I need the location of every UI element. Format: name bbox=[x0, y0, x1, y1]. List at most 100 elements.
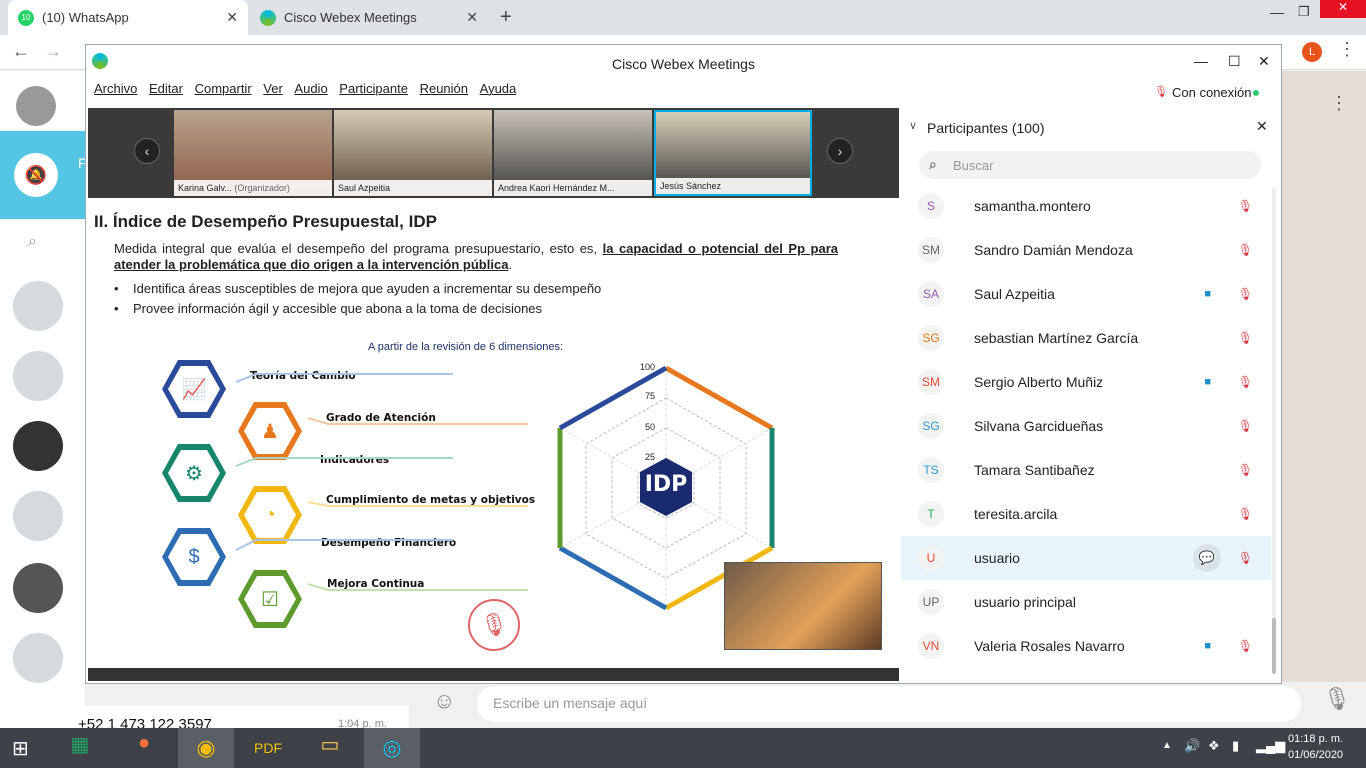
forward-arrow-icon[interactable]: → bbox=[44, 41, 62, 62]
menu-ver[interactable]: Ver bbox=[263, 81, 283, 96]
file-explorer-icon[interactable]: ▭ bbox=[310, 732, 350, 764]
excel-icon[interactable]: ▦ bbox=[60, 732, 100, 764]
maximize-icon[interactable]: ☐ bbox=[1228, 53, 1241, 70]
menu-dots-icon[interactable]: ⋮ bbox=[1338, 39, 1356, 60]
menu-participante[interactable]: Participante bbox=[339, 81, 408, 96]
mic-muted-icon[interactable]: 🎙 bbox=[1238, 287, 1253, 301]
slide-paragraph: Medida integral que evalúa el desempeño … bbox=[114, 241, 838, 273]
tray-arrow-icon[interactable]: ▲ bbox=[1162, 740, 1172, 751]
wifi-icon[interactable]: ▂▄▆ bbox=[1256, 738, 1285, 754]
bullet-item: • Provee información ágil y accesible qu… bbox=[114, 301, 543, 316]
chat-list-item[interactable]: +52 1 473 122 3597 1:04 p. m. bbox=[0, 706, 409, 733]
dropbox-icon[interactable]: ❖ bbox=[1208, 738, 1220, 754]
battery-icon[interactable]: ▮ bbox=[1232, 738, 1239, 754]
notification-banner[interactable]: 🔕 F bbox=[0, 131, 87, 219]
avatar[interactable] bbox=[16, 86, 56, 126]
avatar[interactable] bbox=[13, 421, 63, 471]
chevron-down-icon[interactable]: ∨ bbox=[909, 119, 917, 132]
participant-row[interactable]: SG Silvana Garcidueñas 🎙 bbox=[901, 404, 1271, 448]
close-panel-icon[interactable]: ✕ bbox=[1256, 118, 1268, 135]
scrollbar-thumb[interactable] bbox=[1272, 618, 1276, 674]
participant-row[interactable]: UP usuario principal bbox=[901, 580, 1271, 624]
avatar[interactable] bbox=[13, 491, 63, 541]
menu-audio[interactable]: Audio bbox=[294, 81, 327, 96]
prev-video-button[interactable]: ‹ bbox=[134, 138, 160, 164]
tab-whatsapp[interactable]: 10 (10) WhatsApp ✕ bbox=[8, 0, 248, 35]
emoji-icon[interactable]: ☺ bbox=[433, 688, 455, 714]
minimize-icon[interactable]: — bbox=[1270, 4, 1284, 20]
participant-row[interactable]: SM Sandro Damián Mendoza 🎙 bbox=[901, 228, 1271, 272]
mic-muted-icon[interactable]: 🎙 bbox=[1238, 639, 1253, 653]
menu-compartir[interactable]: Compartir bbox=[195, 81, 252, 96]
close-tab-icon[interactable]: ✕ bbox=[226, 9, 238, 26]
back-arrow-icon[interactable]: ← bbox=[12, 41, 30, 62]
firefox-icon[interactable]: ● bbox=[124, 732, 164, 764]
mic-muted-icon[interactable]: 🎙 bbox=[1238, 331, 1253, 345]
close-tab-icon[interactable]: ✕ bbox=[466, 9, 478, 26]
participant-row[interactable]: SG sebastian Martínez García 🎙 bbox=[901, 316, 1271, 360]
video-thumbnail[interactable]: Karina Galv... (Organizador) bbox=[174, 110, 332, 196]
webex-taskbar-icon[interactable]: ◎ bbox=[364, 728, 420, 768]
avatar[interactable] bbox=[13, 563, 63, 613]
participant-row[interactable]: Tteresita.arcila 🎙 bbox=[901, 492, 1271, 536]
pdf-icon[interactable]: PDF bbox=[248, 732, 288, 764]
avatar[interactable] bbox=[13, 281, 63, 331]
close-window-button[interactable]: ✕ bbox=[1320, 0, 1366, 18]
clock-time[interactable]: 01:18 p. m. bbox=[1288, 733, 1343, 745]
mic-muted-icon[interactable]: 🎙 bbox=[1238, 507, 1253, 521]
mic-muted-icon[interactable]: 🎙 bbox=[1238, 463, 1253, 477]
minimize-icon[interactable]: — bbox=[1194, 53, 1208, 69]
mic-muted-icon[interactable]: 🎙 bbox=[1238, 199, 1253, 213]
menu-archivo[interactable]: Archivo bbox=[94, 81, 137, 96]
participant-row[interactable]: SA Saul Azpeitia 🎙 ■ bbox=[901, 272, 1271, 316]
restore-icon[interactable]: ❐ bbox=[1298, 4, 1310, 20]
bullet-text: Identifica áreas susceptibles de mejora … bbox=[133, 281, 602, 296]
slide-heading: II. Índice de Desempeño Presupuestal, ID… bbox=[94, 212, 437, 231]
video-camera-icon[interactable]: ■ bbox=[1204, 640, 1211, 652]
participant-row[interactable]: TS Tamara Santibañez 🎙 bbox=[901, 448, 1271, 492]
menu-ayuda[interactable]: Ayuda bbox=[480, 81, 517, 96]
avatar[interactable] bbox=[13, 633, 63, 683]
search-icon[interactable]: ⌕ bbox=[28, 233, 37, 251]
mute-button[interactable]: 🎙 bbox=[468, 599, 520, 651]
mic-muted-icon: 🎙 bbox=[1154, 86, 1168, 98]
menu-bar: Archivo Editar Compartir Ver Audio Parti… bbox=[86, 81, 1281, 107]
self-view-video[interactable] bbox=[724, 562, 882, 650]
chrome-icon[interactable]: ◉ bbox=[178, 728, 234, 768]
close-icon[interactable]: ✕ bbox=[1258, 53, 1270, 70]
participant-name: Valeria Rosales Navarro bbox=[974, 638, 1125, 654]
participant-row[interactable]: VN Valeria Rosales Navarro 🎙 ■ bbox=[901, 624, 1271, 668]
video-thumbnail[interactable]: Saul Azpeitia bbox=[334, 110, 492, 196]
mic-muted-icon[interactable]: 🎙 bbox=[1238, 419, 1253, 433]
microphone-icon[interactable]: 🎙 bbox=[1323, 686, 1351, 712]
video-camera-icon[interactable]: ■ bbox=[1204, 288, 1211, 300]
chart-board-icon: 📈 bbox=[168, 366, 220, 412]
windows-start-icon[interactable]: ⊞ bbox=[12, 736, 29, 761]
scrollbar-track[interactable] bbox=[1272, 188, 1276, 674]
clock-date[interactable]: 01/06/2020 bbox=[1288, 749, 1343, 761]
avatar[interactable] bbox=[13, 351, 63, 401]
search-field[interactable]: ⌕ Buscar bbox=[919, 151, 1261, 179]
volume-icon[interactable]: 🔊 bbox=[1184, 738, 1200, 754]
participant-row[interactable]: SM Sergio Alberto Muñiz 🎙 ■ bbox=[901, 360, 1271, 404]
participant-list: Ssamantha.montero 🎙 SM Sandro Damián Mendoz… bbox=[901, 184, 1273, 681]
menu-reunion[interactable]: Reunión bbox=[420, 81, 468, 96]
profile-avatar[interactable]: L bbox=[1302, 42, 1322, 62]
mic-muted-icon[interactable]: 🎙 bbox=[1238, 243, 1253, 257]
menu-dots-icon[interactable]: ⋮ bbox=[1330, 93, 1348, 114]
video-camera-icon[interactable]: ■ bbox=[1204, 376, 1211, 388]
video-thumbnail[interactable]: Andrea Kaori Hernández M... bbox=[494, 110, 652, 196]
participant-row[interactable]: Ssamantha.montero 🎙 bbox=[901, 184, 1271, 228]
mic-muted-icon[interactable]: 🎙 bbox=[1238, 551, 1253, 565]
message-input[interactable]: Escribe un mensaje aquí bbox=[477, 686, 1301, 722]
next-video-button[interactable]: › bbox=[827, 138, 853, 164]
mic-muted-icon[interactable]: 🎙 bbox=[1238, 375, 1253, 389]
chat-bubble-icon[interactable]: 💬 bbox=[1193, 544, 1221, 572]
scale-label: 75 bbox=[645, 391, 656, 401]
menu-editar[interactable]: Editar bbox=[149, 81, 183, 96]
tab-webex[interactable]: Cisco Webex Meetings ✕ bbox=[250, 0, 488, 35]
participant-row[interactable]: Uusuario 🎙 💬 bbox=[901, 536, 1271, 580]
money-cycle-icon: $ bbox=[168, 534, 220, 580]
new-tab-button[interactable]: + bbox=[500, 6, 512, 29]
video-thumbnail-active[interactable]: Jesús Sánchez bbox=[654, 110, 812, 196]
